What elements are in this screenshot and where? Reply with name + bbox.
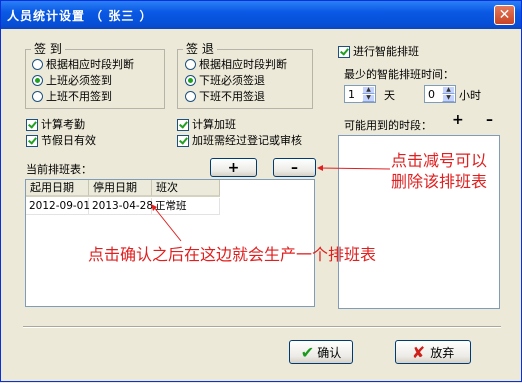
days-value: 1 (348, 87, 355, 101)
hours-value: 0 (428, 87, 435, 101)
overtime-register-checkbox[interactable]: 加班需经过登记或审核 (177, 134, 302, 147)
signin-option-not-required[interactable]: 上班不用签到 (32, 90, 112, 103)
signin-option-label: 上班必须签到 (46, 74, 112, 87)
stepper-up-icon[interactable]: ▲ (362, 86, 375, 94)
stepper-down-icon[interactable]: ▼ (362, 94, 375, 102)
radio-icon (32, 91, 43, 102)
add-schedule-button[interactable]: + (210, 158, 257, 177)
min-time-label: 最少的智能排班时间： (344, 68, 454, 81)
calc-overtime-label: 计算加班 (192, 118, 236, 131)
signin-option-label: 上班不用签到 (46, 90, 112, 103)
check-icon: ✔ (300, 342, 315, 362)
remove-annotation-line1: 点击减号可以 (391, 151, 488, 170)
checkbox-checked-icon (338, 45, 350, 58)
title-bar[interactable]: 人员统计设置 （ 张三 ） ✕ (1, 1, 521, 29)
radio-icon (185, 59, 196, 70)
holiday-valid-label: 节假日有效 (41, 134, 96, 147)
signout-option-by-period[interactable]: 根据相应时段判断 (185, 58, 287, 71)
ok-button[interactable]: ✔ 确认 (289, 340, 353, 364)
cancel-icon: ✘ (411, 342, 426, 362)
signout-option-label: 下班不用签退 (199, 90, 265, 103)
checkbox-checked-icon (177, 134, 189, 147)
schedule-label: 当前排班表： (26, 163, 92, 176)
cell-end-date: 2013-04-28 (89, 198, 153, 215)
minus-icon: – (291, 159, 298, 176)
signin-legend: 签 到 (31, 42, 65, 56)
close-icon: ✕ (498, 7, 511, 23)
checkbox-checked-icon (26, 118, 38, 131)
hours-stepper[interactable]: 0 ▲ ▼ (424, 85, 456, 103)
radio-selected-icon (32, 75, 43, 86)
window-title: 人员统计设置 （ 张三 ） (7, 9, 153, 23)
table-header: 起用日期 停用日期 班次 (26, 180, 220, 197)
signout-legend: 签 退 (183, 42, 217, 56)
signin-option-label: 根据相应时段判断 (46, 58, 134, 71)
stepper-up-icon[interactable]: ▲ (442, 86, 455, 94)
stepper-down-icon[interactable]: ▼ (442, 94, 455, 102)
schedule-table[interactable]: 起用日期 停用日期 班次 2012-09-01 2013-04-28 正常班 (25, 179, 315, 307)
calc-overtime-checkbox[interactable]: 计算加班 (177, 118, 236, 131)
remove-annotation-line2: 删除该排班表 (391, 172, 488, 191)
ok-button-label: 确认 (317, 345, 342, 360)
column-header-end-date[interactable]: 停用日期 (89, 180, 152, 197)
settings-dialog: 人员统计设置 （ 张三 ） ✕ 签 到 根据相应时段判断 上班必须签到 上班不用… (0, 0, 522, 382)
signin-option-required[interactable]: 上班必须签到 (32, 74, 112, 87)
days-unit: 天 (384, 89, 395, 102)
table-row[interactable]: 2012-09-01 2013-04-28 正常班 (26, 198, 220, 215)
periods-label: 可能用到的时段： (344, 119, 432, 132)
radio-icon (32, 59, 43, 70)
calc-attendance-label: 计算考勤 (41, 118, 85, 131)
cancel-button-label: 放弃 (430, 345, 455, 360)
stepper-arrows[interactable]: ▲ ▼ (442, 86, 455, 102)
checkbox-checked-icon (26, 134, 38, 147)
holiday-valid-checkbox[interactable]: 节假日有效 (26, 134, 96, 147)
overtime-register-label: 加班需经过登记或审核 (192, 134, 302, 147)
signin-option-by-period[interactable]: 根据相应时段判断 (32, 58, 134, 71)
remove-schedule-button[interactable]: – (273, 158, 316, 177)
cancel-button[interactable]: ✘ 放弃 (395, 340, 471, 364)
arrow-head (317, 165, 323, 171)
column-header-shift[interactable]: 班次 (152, 180, 220, 197)
days-stepper[interactable]: 1 ▲ ▼ (344, 85, 376, 103)
separator (23, 326, 501, 328)
calc-attendance-checkbox[interactable]: 计算考勤 (26, 118, 85, 131)
signout-option-required[interactable]: 下班必须签退 (185, 74, 265, 87)
confirm-annotation: 点击确认之后在这边就会生产一个排班表 (88, 245, 377, 264)
remove-period-icon[interactable]: – (486, 113, 493, 127)
stepper-arrows[interactable]: ▲ ▼ (362, 86, 375, 102)
radio-selected-icon (185, 75, 196, 86)
smart-schedule-checkbox[interactable]: 进行智能排班 (338, 45, 419, 58)
signout-option-not-required[interactable]: 下班不用签退 (185, 90, 265, 103)
column-header-start-date[interactable]: 起用日期 (26, 180, 89, 197)
hours-unit: 小时 (459, 89, 481, 102)
signout-option-label: 下班必须签退 (199, 74, 265, 87)
checkbox-checked-icon (177, 118, 189, 131)
smart-schedule-label: 进行智能排班 (353, 45, 419, 58)
plus-icon: + (227, 159, 240, 176)
radio-icon (185, 91, 196, 102)
cell-start-date: 2012-09-01 (26, 198, 90, 215)
signout-option-label: 根据相应时段判断 (199, 58, 287, 71)
add-period-icon[interactable]: + (452, 113, 464, 127)
cell-shift: 正常班 (152, 198, 220, 215)
close-button[interactable]: ✕ (494, 5, 515, 25)
